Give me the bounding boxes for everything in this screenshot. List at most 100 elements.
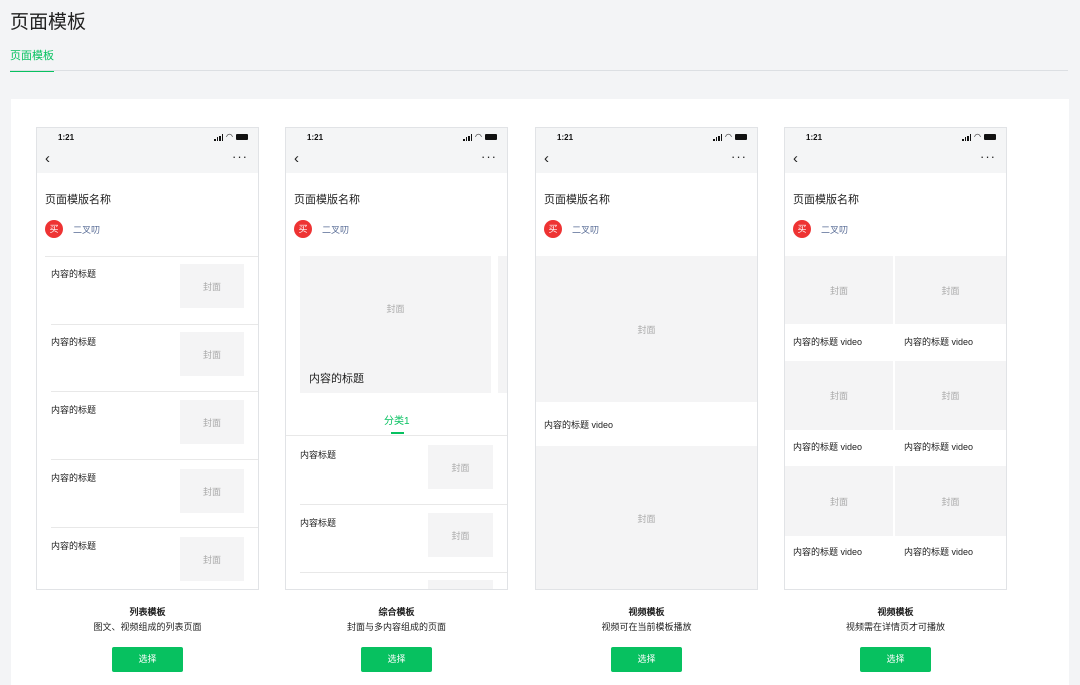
grid-item-title: 内容的标题 video xyxy=(904,442,974,452)
cover-placeholder-partial xyxy=(428,580,493,589)
grid-item-title: 内容的标题 video xyxy=(904,337,974,347)
wifi-icon: ◠ xyxy=(725,132,732,141)
grid-cover[interactable]: 封面 xyxy=(785,466,893,536)
featured-title: 内容的标题 xyxy=(309,373,364,385)
row-divider xyxy=(300,572,507,573)
battery-icon xyxy=(485,134,497,140)
grid-cover[interactable]: 封面 xyxy=(895,256,1006,324)
phone-page-title: 页面模版名称 xyxy=(544,194,610,206)
battery-icon xyxy=(236,134,248,140)
list-item-title: 内容的标题 xyxy=(51,269,97,279)
author-name: 二叉叨 xyxy=(821,225,849,235)
avatar: 买 xyxy=(544,220,562,238)
template-name: 视频模板 xyxy=(628,607,665,617)
phone-page-title: 页面模版名称 xyxy=(793,194,859,206)
status-bar: 1:21 ◠ xyxy=(536,128,757,148)
grid-cover[interactable]: 封面 xyxy=(895,361,1006,430)
category-tab-indicator xyxy=(391,432,404,434)
author-name: 二叉叨 xyxy=(322,225,350,235)
page-title: 页面模板 xyxy=(10,12,87,33)
video-template-preview: 1:21 ◠ ‹ ··· 页面模版名称 买 二叉叨 封面 内容的标题 video… xyxy=(535,127,758,590)
grid-item-title: 内容的标题 video xyxy=(793,547,863,557)
status-time: 1:21 xyxy=(58,133,75,142)
grid-cover[interactable]: 封面 xyxy=(785,256,893,324)
list-item-title: 内容标题 xyxy=(300,518,337,528)
row-divider xyxy=(51,391,258,392)
more-icon[interactable]: ··· xyxy=(232,149,248,164)
status-bar: 1:21 ◠ xyxy=(286,128,507,148)
status-icons: ◠ xyxy=(962,133,996,141)
more-icon[interactable]: ··· xyxy=(481,149,497,164)
select-composite-template-button[interactable]: 选择 xyxy=(361,647,432,672)
back-icon[interactable]: ‹ xyxy=(294,150,299,167)
nav-bar: ‹ ··· xyxy=(785,148,1006,173)
cover-placeholder: 封面 xyxy=(180,469,244,513)
nav-bar: ‹ ··· xyxy=(286,148,507,173)
more-icon[interactable]: ··· xyxy=(731,149,747,164)
row-divider xyxy=(51,324,258,325)
wifi-icon: ◠ xyxy=(974,132,981,141)
template-description: 视频需在详情页才可播放 xyxy=(845,622,945,632)
list-item-title: 内容的标题 xyxy=(51,337,97,347)
back-icon[interactable]: ‹ xyxy=(45,150,50,167)
list-item-title: 内容的标题 xyxy=(51,405,97,415)
select-list-template-button[interactable]: 选择 xyxy=(112,647,183,672)
avatar: 买 xyxy=(45,220,63,238)
cover-placeholder: 封面 xyxy=(428,513,493,557)
next-cover-peek xyxy=(498,256,507,393)
template-name: 综合模板 xyxy=(378,607,415,617)
row-divider xyxy=(286,435,507,436)
page-header: 页面模板 页面模板 xyxy=(0,0,1080,98)
cover-placeholder: 封面 xyxy=(428,445,493,489)
composite-template-preview: 1:21 ◠ ‹ ··· 页面模版名称 买 二叉叨 封面 内容的标题 分类1 内… xyxy=(285,127,508,590)
list-item-title: 内容的标题 xyxy=(51,541,97,551)
template-description: 图文、视频组成的列表页面 xyxy=(93,622,202,632)
battery-icon xyxy=(735,134,747,140)
nav-bar: ‹ ··· xyxy=(536,148,757,173)
status-bar: 1:21 ◠ xyxy=(785,128,1006,148)
select-video-grid-template-button[interactable]: 选择 xyxy=(860,647,931,672)
row-divider xyxy=(51,459,258,460)
video-grid-template-preview: 1:21 ◠ ‹ ··· 页面模版名称 买 二叉叨 封面 封面 内容的标题 vi… xyxy=(784,127,1007,590)
status-icons: ◠ xyxy=(713,133,747,141)
template-description: 封面与多内容组成的页面 xyxy=(346,622,446,632)
wifi-icon: ◠ xyxy=(475,132,482,141)
row-divider xyxy=(300,504,507,505)
wifi-icon: ◠ xyxy=(226,132,233,141)
back-icon[interactable]: ‹ xyxy=(793,150,798,167)
grid-item-title: 内容的标题 video xyxy=(793,337,863,347)
list-item-title: 内容的标题 xyxy=(51,473,97,483)
category-tab[interactable]: 分类1 xyxy=(384,412,410,427)
nav-bar: ‹ ··· xyxy=(37,148,258,173)
video-cover[interactable]: 封面 xyxy=(536,446,757,589)
video-cover[interactable]: 封面 xyxy=(536,256,757,402)
template-description: 视频可在当前模板播放 xyxy=(601,622,692,632)
more-icon[interactable]: ··· xyxy=(980,149,996,164)
back-icon[interactable]: ‹ xyxy=(544,150,549,167)
grid-cover[interactable]: 封面 xyxy=(895,466,1006,536)
cover-label: 封面 xyxy=(386,304,405,314)
select-video-template-button[interactable]: 选择 xyxy=(611,647,682,672)
grid-cover[interactable]: 封面 xyxy=(785,361,893,430)
battery-icon xyxy=(984,134,996,140)
status-icons: ◠ xyxy=(463,133,497,141)
template-name: 视频模板 xyxy=(877,607,914,617)
signal-icon xyxy=(713,133,723,141)
cover-placeholder: 封面 xyxy=(180,264,244,308)
cover-placeholder: 封面 xyxy=(180,400,244,444)
template-name: 列表模板 xyxy=(129,607,166,617)
tab-page-templates[interactable]: 页面模板 xyxy=(10,47,54,72)
phone-page-title: 页面模版名称 xyxy=(45,194,111,206)
cover-placeholder: 封面 xyxy=(180,537,244,581)
list-template-preview: 1:21 ◠ ‹ ··· 页面模版名称 买 二叉叨 内容的标题 封面 内容的标题… xyxy=(36,127,259,590)
grid-item-title: 内容的标题 video xyxy=(793,442,863,452)
tab-divider xyxy=(10,70,1068,71)
status-time: 1:21 xyxy=(307,133,324,142)
list-item-title: 内容标题 xyxy=(300,450,337,460)
cover-placeholder: 封面 xyxy=(180,332,244,376)
status-time: 1:21 xyxy=(806,133,823,142)
signal-icon xyxy=(962,133,972,141)
row-divider xyxy=(51,527,258,528)
video-title: 内容的标题 video xyxy=(544,420,614,430)
row-divider xyxy=(45,256,258,257)
